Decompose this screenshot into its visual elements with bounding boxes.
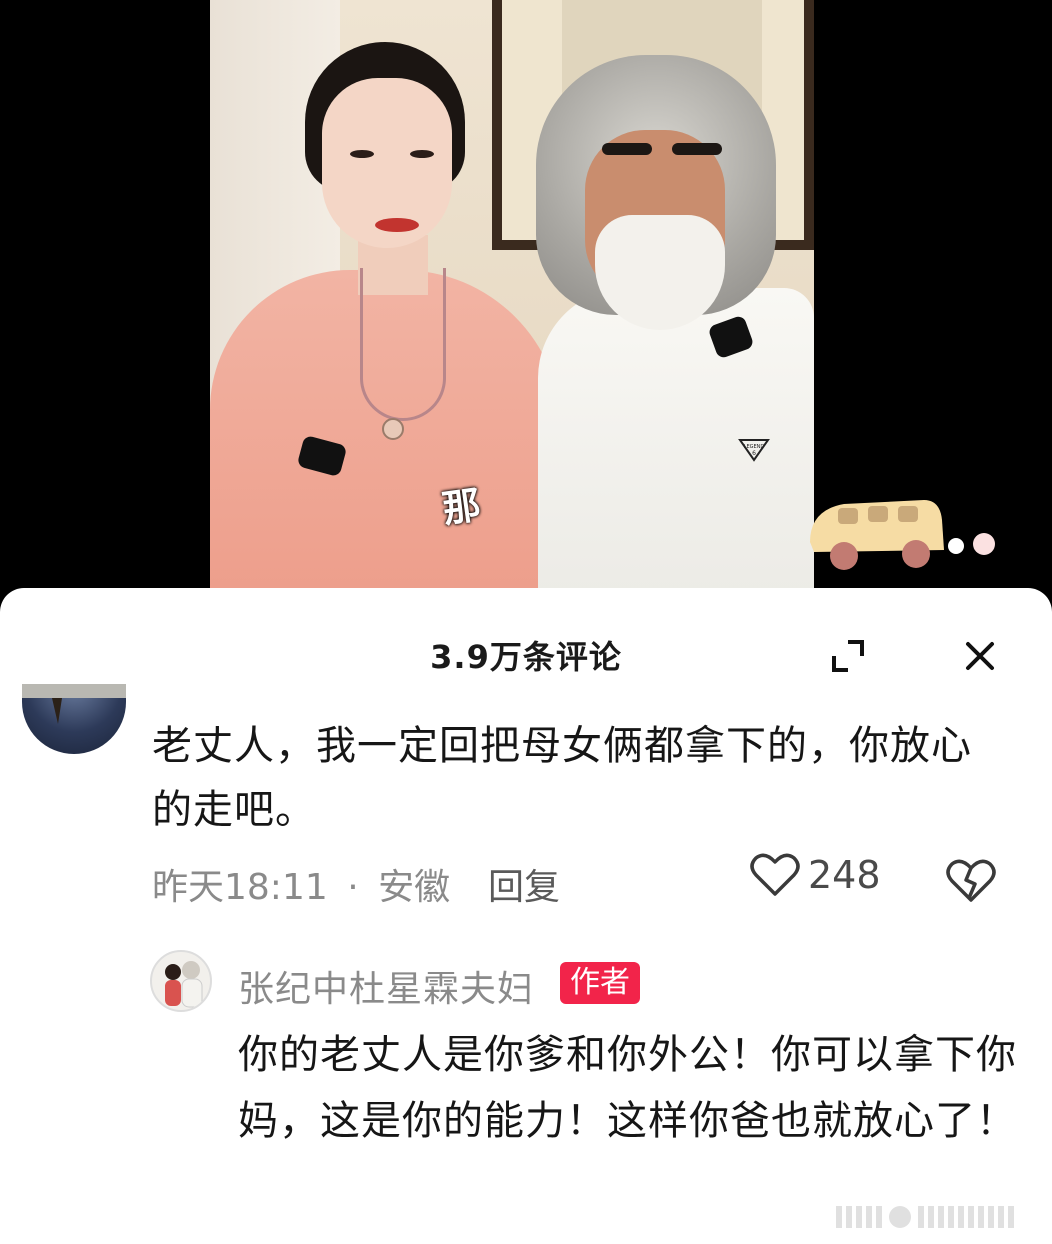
comments-sheet: 3.9万条评论 老丈人，我一定回把母女俩都拿下的，你放心的走吧。 昨天18:11… [0, 588, 1052, 1244]
shirt-logo-icon: LEGEND 6 [738, 439, 770, 462]
toy-car-sticker [810, 500, 995, 570]
meta-separator: · [347, 867, 359, 908]
like-count: 248 [808, 853, 881, 897]
broken-heart-icon [946, 859, 996, 902]
comment-time: 昨天18:11 [152, 867, 328, 908]
video-player[interactable]: LEGEND 6 那 [0, 0, 1052, 590]
author-avatar[interactable] [150, 950, 212, 1012]
dislike-button[interactable] [946, 858, 996, 904]
woman-eye-right [410, 150, 434, 158]
watermark-logo [836, 1206, 1014, 1228]
svg-text:6: 6 [752, 450, 756, 457]
expand-icon [832, 640, 864, 672]
video-caption: 那 [439, 481, 484, 532]
close-icon [966, 642, 994, 670]
man-brow-left [602, 143, 652, 155]
close-button[interactable] [958, 634, 1002, 678]
like-button[interactable]: 248 [750, 850, 881, 900]
reply-button[interactable]: 回复 [488, 858, 560, 910]
comments-count-title: 3.9万条评论 [430, 638, 622, 676]
man-figure [538, 288, 814, 590]
pendant [382, 418, 404, 440]
avatar-image [22, 684, 126, 724]
avatar[interactable] [22, 684, 126, 754]
author-avatar-image [165, 961, 203, 1008]
reply-text: 你的老丈人是你爹和你外公！你可以拿下你妈，这是你的能力！这样你爸也就放心了！ [238, 1032, 1017, 1144]
author-badge: 作者 [560, 962, 640, 1004]
comment-location: 安徽 [378, 867, 451, 908]
comment-text: 老丈人，我一定回把母女俩都拿下的，你放心的走吧。 [152, 723, 972, 833]
comment-meta: 昨天18:11 · 安徽 [152, 858, 450, 910]
video-frame: LEGEND 6 那 [210, 0, 814, 590]
woman-eye-left [350, 150, 374, 158]
man-brow-right [672, 143, 722, 155]
expand-button[interactable] [826, 634, 870, 678]
author-name[interactable]: 张纪中杜星霖夫妇 [238, 960, 534, 1012]
woman-lips [375, 218, 419, 232]
heart-icon [750, 853, 800, 896]
necklace [360, 268, 446, 421]
